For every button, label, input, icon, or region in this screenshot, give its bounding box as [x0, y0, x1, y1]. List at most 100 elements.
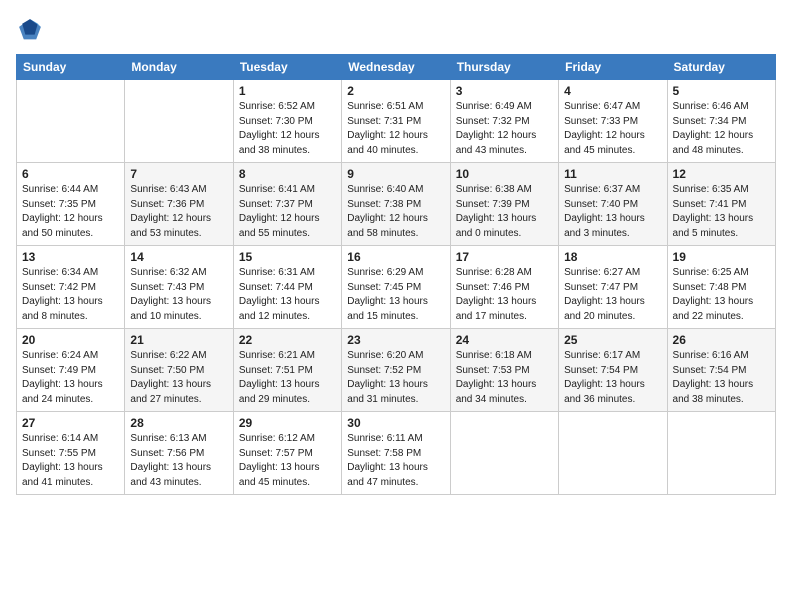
calendar-week-5: 27 Sunrise: 6:14 AM Sunset: 7:55 PM Dayli… [17, 412, 776, 495]
day-info: Sunrise: 6:43 AM Sunset: 7:36 PM Dayligh… [130, 183, 227, 241]
column-header-monday: Monday [125, 55, 233, 80]
day-number: 30 [347, 416, 444, 430]
day-info: Sunrise: 6:51 AM Sunset: 7:31 PM Dayligh… [347, 100, 444, 158]
logo-icon [16, 16, 44, 44]
day-number: 18 [564, 250, 661, 264]
calendar-cell: 27 Sunrise: 6:14 AM Sunset: 7:55 PM Dayli… [17, 412, 125, 495]
header [16, 16, 776, 44]
calendar-week-4: 20 Sunrise: 6:24 AM Sunset: 7:49 PM Dayli… [17, 329, 776, 412]
day-info: Sunrise: 6:49 AM Sunset: 7:32 PM Dayligh… [456, 100, 553, 158]
day-number: 28 [130, 416, 227, 430]
day-info: Sunrise: 6:31 AM Sunset: 7:44 PM Dayligh… [239, 266, 336, 324]
calendar-cell: 24 Sunrise: 6:18 AM Sunset: 7:53 PM Dayli… [450, 329, 558, 412]
day-number: 27 [22, 416, 119, 430]
day-number: 13 [22, 250, 119, 264]
column-header-saturday: Saturday [667, 55, 775, 80]
day-number: 19 [673, 250, 770, 264]
day-info: Sunrise: 6:28 AM Sunset: 7:46 PM Dayligh… [456, 266, 553, 324]
day-number: 14 [130, 250, 227, 264]
day-info: Sunrise: 6:47 AM Sunset: 7:33 PM Dayligh… [564, 100, 661, 158]
calendar-cell: 18 Sunrise: 6:27 AM Sunset: 7:47 PM Dayli… [559, 246, 667, 329]
calendar-cell: 21 Sunrise: 6:22 AM Sunset: 7:50 PM Dayli… [125, 329, 233, 412]
day-number: 23 [347, 333, 444, 347]
column-header-wednesday: Wednesday [342, 55, 450, 80]
calendar-cell: 14 Sunrise: 6:32 AM Sunset: 7:43 PM Dayli… [125, 246, 233, 329]
day-info: Sunrise: 6:21 AM Sunset: 7:51 PM Dayligh… [239, 349, 336, 407]
day-info: Sunrise: 6:14 AM Sunset: 7:55 PM Dayligh… [22, 432, 119, 490]
header-row: SundayMondayTuesdayWednesdayThursdayFrid… [17, 55, 776, 80]
page: SundayMondayTuesdayWednesdayThursdayFrid… [0, 0, 792, 612]
column-header-sunday: Sunday [17, 55, 125, 80]
calendar-cell: 12Sunrise: 6:35 AM Sunset: 7:41 PM Dayli… [667, 163, 775, 246]
calendar-cell: 3 Sunrise: 6:49 AM Sunset: 7:32 PM Daylig… [450, 80, 558, 163]
day-info: Sunrise: 6:24 AM Sunset: 7:49 PM Dayligh… [22, 349, 119, 407]
calendar-cell: 25 Sunrise: 6:17 AM Sunset: 7:54 PM Dayli… [559, 329, 667, 412]
day-number: 21 [130, 333, 227, 347]
calendar-week-2: 6 Sunrise: 6:44 AM Sunset: 7:35 PM Daylig… [17, 163, 776, 246]
day-number: 15 [239, 250, 336, 264]
day-info: Sunrise: 6:27 AM Sunset: 7:47 PM Dayligh… [564, 266, 661, 324]
calendar-cell: 29 Sunrise: 6:12 AM Sunset: 7:57 PM Dayli… [233, 412, 341, 495]
calendar-cell: 13 Sunrise: 6:34 AM Sunset: 7:42 PM Dayli… [17, 246, 125, 329]
calendar-cell: 2Sunrise: 6:51 AM Sunset: 7:31 PM Daylig… [342, 80, 450, 163]
day-number: 6 [22, 167, 119, 181]
calendar-cell [667, 412, 775, 495]
day-number: 9 [347, 167, 444, 181]
calendar-cell: 17 Sunrise: 6:28 AM Sunset: 7:46 PM Dayli… [450, 246, 558, 329]
day-info: Sunrise: 6:34 AM Sunset: 7:42 PM Dayligh… [22, 266, 119, 324]
day-info: Sunrise: 6:20 AM Sunset: 7:52 PM Dayligh… [347, 349, 444, 407]
calendar-cell: 9Sunrise: 6:40 AM Sunset: 7:38 PM Daylig… [342, 163, 450, 246]
day-number: 26 [673, 333, 770, 347]
day-number: 7 [130, 167, 227, 181]
day-info: Sunrise: 6:16 AM Sunset: 7:54 PM Dayligh… [673, 349, 770, 407]
day-info: Sunrise: 6:38 AM Sunset: 7:39 PM Dayligh… [456, 183, 553, 241]
calendar-cell: 11 Sunrise: 6:37 AM Sunset: 7:40 PM Dayli… [559, 163, 667, 246]
calendar-cell [125, 80, 233, 163]
calendar-cell: 5Sunrise: 6:46 AM Sunset: 7:34 PM Daylig… [667, 80, 775, 163]
calendar-cell: 23 Sunrise: 6:20 AM Sunset: 7:52 PM Dayli… [342, 329, 450, 412]
day-info: Sunrise: 6:22 AM Sunset: 7:50 PM Dayligh… [130, 349, 227, 407]
day-number: 16 [347, 250, 444, 264]
day-info: Sunrise: 6:13 AM Sunset: 7:56 PM Dayligh… [130, 432, 227, 490]
day-info: Sunrise: 6:52 AM Sunset: 7:30 PM Dayligh… [239, 100, 336, 158]
day-info: Sunrise: 6:41 AM Sunset: 7:37 PM Dayligh… [239, 183, 336, 241]
calendar-cell [559, 412, 667, 495]
calendar-cell: 8 Sunrise: 6:41 AM Sunset: 7:37 PM Daylig… [233, 163, 341, 246]
day-number: 1 [239, 84, 336, 98]
calendar-cell: 1 Sunrise: 6:52 AM Sunset: 7:30 PM Daylig… [233, 80, 341, 163]
calendar-table: SundayMondayTuesdayWednesdayThursdayFrid… [16, 54, 776, 495]
calendar-cell: 26 Sunrise: 6:16 AM Sunset: 7:54 PM Dayli… [667, 329, 775, 412]
calendar-header: SundayMondayTuesdayWednesdayThursdayFrid… [17, 55, 776, 80]
day-info: Sunrise: 6:18 AM Sunset: 7:53 PM Dayligh… [456, 349, 553, 407]
day-info: Sunrise: 6:25 AM Sunset: 7:48 PM Dayligh… [673, 266, 770, 324]
day-number: 24 [456, 333, 553, 347]
day-info: Sunrise: 6:11 AM Sunset: 7:58 PM Dayligh… [347, 432, 444, 490]
day-info: Sunrise: 6:44 AM Sunset: 7:35 PM Dayligh… [22, 183, 119, 241]
day-number: 10 [456, 167, 553, 181]
day-number: 17 [456, 250, 553, 264]
day-number: 8 [239, 167, 336, 181]
day-number: 3 [456, 84, 553, 98]
calendar-cell: 30 Sunrise: 6:11 AM Sunset: 7:58 PM Dayli… [342, 412, 450, 495]
day-number: 20 [22, 333, 119, 347]
calendar-week-1: 1 Sunrise: 6:52 AM Sunset: 7:30 PM Daylig… [17, 80, 776, 163]
calendar-cell [17, 80, 125, 163]
calendar-cell: 7 Sunrise: 6:43 AM Sunset: 7:36 PM Daylig… [125, 163, 233, 246]
day-number: 22 [239, 333, 336, 347]
day-info: Sunrise: 6:37 AM Sunset: 7:40 PM Dayligh… [564, 183, 661, 241]
day-info: Sunrise: 6:32 AM Sunset: 7:43 PM Dayligh… [130, 266, 227, 324]
day-info: Sunrise: 6:12 AM Sunset: 7:57 PM Dayligh… [239, 432, 336, 490]
day-number: 25 [564, 333, 661, 347]
calendar-cell: 15 Sunrise: 6:31 AM Sunset: 7:44 PM Dayli… [233, 246, 341, 329]
calendar-body: 1 Sunrise: 6:52 AM Sunset: 7:30 PM Daylig… [17, 80, 776, 495]
calendar-week-3: 13 Sunrise: 6:34 AM Sunset: 7:42 PM Dayli… [17, 246, 776, 329]
calendar-cell: 28 Sunrise: 6:13 AM Sunset: 7:56 PM Dayli… [125, 412, 233, 495]
day-info: Sunrise: 6:17 AM Sunset: 7:54 PM Dayligh… [564, 349, 661, 407]
calendar-cell: 16Sunrise: 6:29 AM Sunset: 7:45 PM Dayli… [342, 246, 450, 329]
column-header-friday: Friday [559, 55, 667, 80]
day-number: 29 [239, 416, 336, 430]
day-number: 11 [564, 167, 661, 181]
day-info: Sunrise: 6:46 AM Sunset: 7:34 PM Dayligh… [673, 100, 770, 158]
calendar-cell: 6 Sunrise: 6:44 AM Sunset: 7:35 PM Daylig… [17, 163, 125, 246]
calendar-cell: 22 Sunrise: 6:21 AM Sunset: 7:51 PM Dayli… [233, 329, 341, 412]
